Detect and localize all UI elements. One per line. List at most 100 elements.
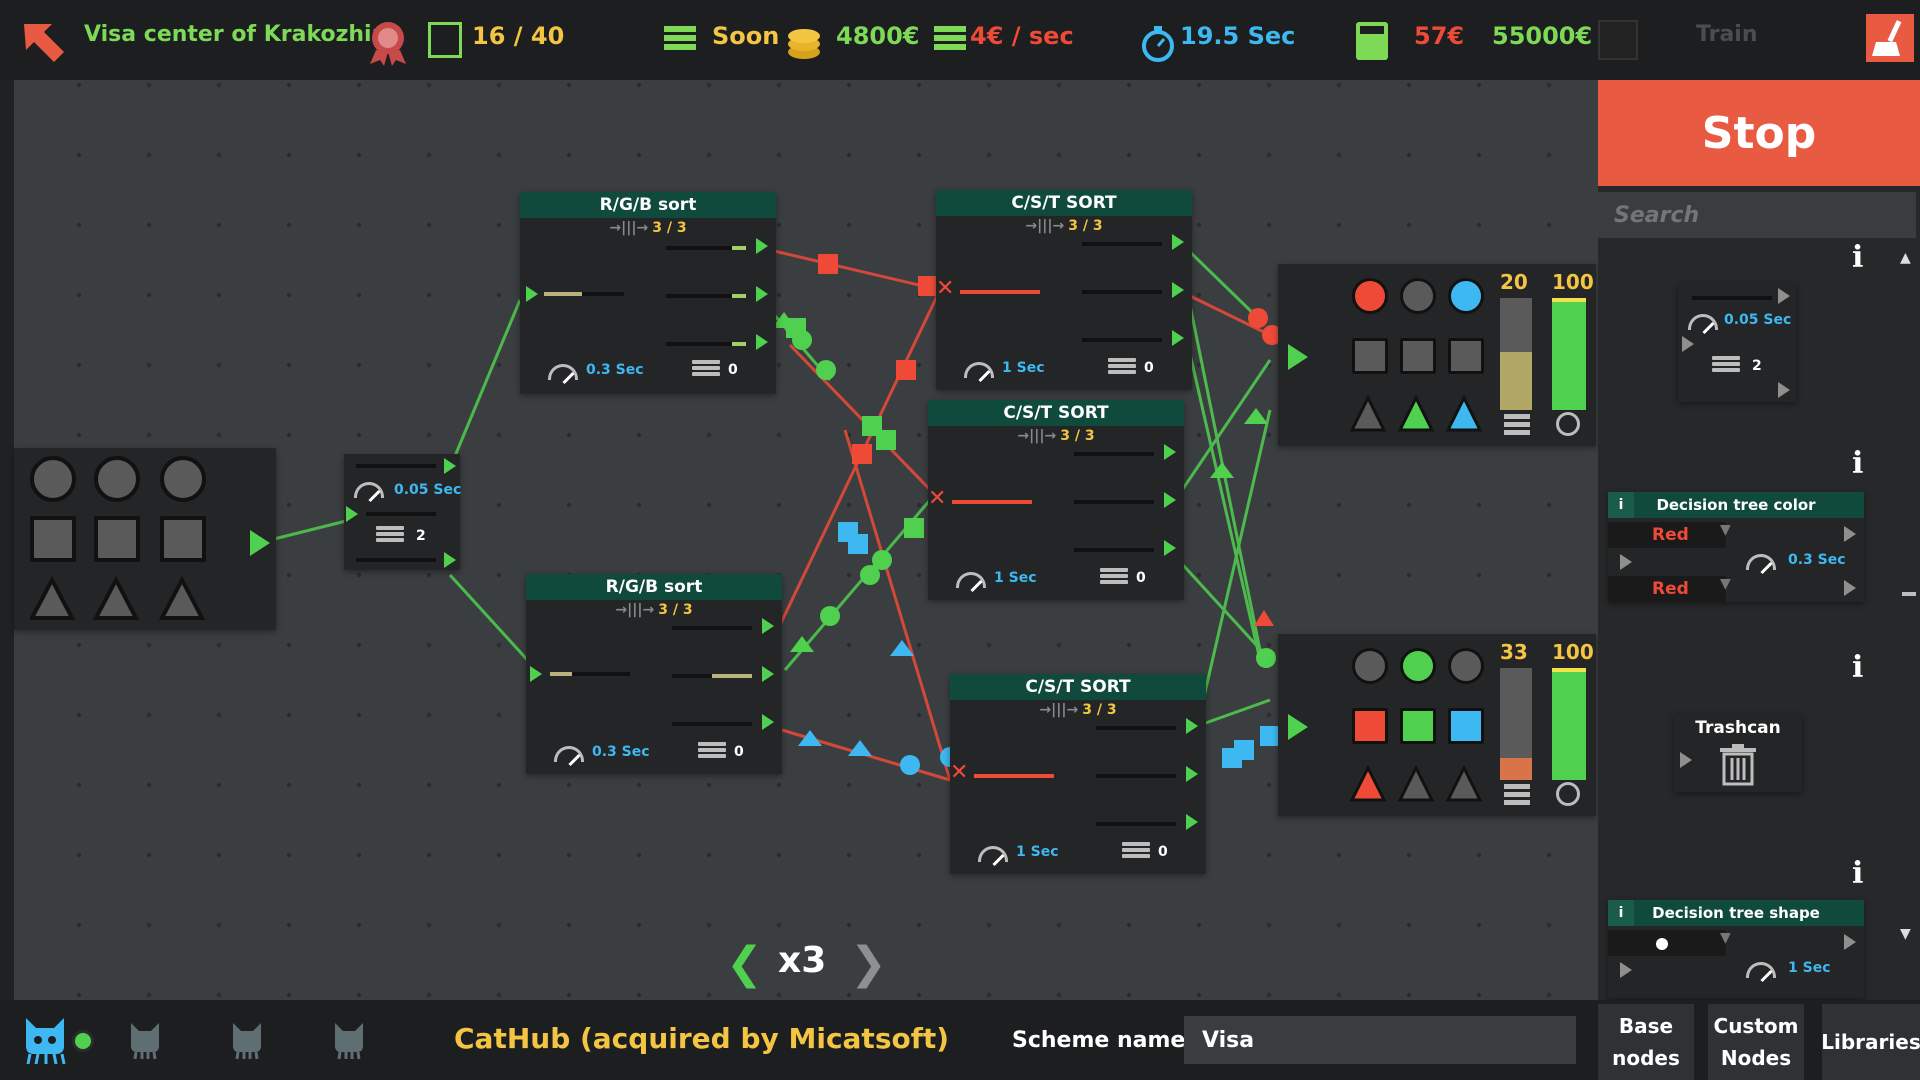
speed-gauge-icon	[956, 572, 986, 588]
speed-decrease-button[interactable]: ❮	[726, 938, 763, 989]
info-icon[interactable]: i	[1852, 650, 1863, 685]
splitter-output-port-1[interactable]	[444, 458, 456, 474]
income-stack-icon	[934, 26, 966, 56]
output-port-green[interactable]	[756, 286, 768, 302]
output-port-green[interactable]	[762, 666, 774, 682]
status-text: Soon	[712, 22, 780, 50]
shape-select-1[interactable]	[1608, 930, 1726, 956]
sink-input-port[interactable]	[1288, 714, 1308, 740]
cst-sort-node[interactable]: C/S/T SORT →|||→ 3 / 3 ✕ 1 Sec 0	[950, 674, 1206, 874]
output-port-blue[interactable]	[756, 334, 768, 350]
output-port-square[interactable]	[1164, 492, 1176, 508]
queue-count: 0	[1158, 844, 1168, 860]
cat-icon[interactable]	[230, 1020, 264, 1060]
scroll-up-icon[interactable]: ▲	[1900, 250, 1911, 266]
cat-icon[interactable]	[332, 1020, 366, 1060]
output-port-blue[interactable]	[762, 714, 774, 730]
scroll-thumb[interactable]	[1902, 592, 1916, 596]
cst-sort-node[interactable]: C/S/T SORT →|||→ 3 / 3 ✕ 1 Sec 0	[928, 400, 1184, 600]
speed-increase-button[interactable]: ❯	[850, 938, 887, 989]
input-bars-icon: →|||→	[609, 220, 649, 236]
output-port-square[interactable]	[1172, 282, 1184, 298]
output-port-triangle[interactable]	[1186, 814, 1198, 830]
output-port	[1778, 382, 1790, 398]
chevron-down-icon: ▼	[1720, 576, 1731, 592]
node-title: C/S/T SORT	[936, 190, 1192, 216]
tab-custom-nodes[interactable]: Custom Nodes	[1708, 1004, 1804, 1080]
input-port[interactable]	[526, 286, 538, 302]
speed-multiplier: x3	[778, 940, 827, 981]
blocked-input-icon: ✕	[928, 486, 947, 511]
tab-base-nodes[interactable]: Base nodes	[1598, 1004, 1694, 1080]
info-icon[interactable]: i	[1852, 240, 1863, 275]
queue-icon	[376, 526, 404, 546]
node-speed: 1 Sec	[994, 570, 1037, 586]
node-speed: 0.3 Sec	[592, 744, 650, 760]
train-checkbox[interactable]	[1598, 20, 1638, 60]
broom-icon	[1872, 20, 1902, 56]
color-select-1[interactable]: Red	[1608, 522, 1726, 548]
tab-libraries[interactable]: Libraries	[1821, 1004, 1920, 1080]
scheme-name-label: Scheme name :	[1012, 1028, 1202, 1053]
splitter-input-port[interactable]	[346, 506, 358, 522]
scheme-name-input[interactable]	[1184, 1016, 1576, 1064]
output-port-circle[interactable]	[1186, 718, 1198, 734]
stop-button[interactable]: Stop	[1598, 80, 1920, 186]
output-port-triangle[interactable]	[1172, 330, 1184, 346]
library-trashcan-node[interactable]: Trashcan	[1674, 714, 1802, 792]
output-port-circle[interactable]	[1172, 234, 1184, 250]
output-port-circle[interactable]	[1164, 444, 1176, 460]
node-capacity: 3 / 3	[1082, 702, 1117, 718]
input-port	[1620, 554, 1632, 570]
input-port	[1680, 752, 1692, 768]
progress-counter: 16 / 40	[472, 22, 565, 50]
panel-scrollbar[interactable]: ▲ ▼	[1898, 250, 1916, 950]
splitter-output-port-2[interactable]	[444, 552, 456, 568]
node-speed: 0.3 Sec	[586, 362, 644, 378]
library-decision-tree-shape[interactable]: Decision tree shape i ▼ 1 Sec	[1608, 900, 1864, 998]
node-title: R/G/B sort	[520, 192, 776, 218]
cleanup-button[interactable]	[1866, 14, 1914, 62]
clipboard-icon	[428, 22, 462, 58]
queue-count: 0	[1136, 570, 1146, 586]
timer-value: 19.5 Sec	[1180, 22, 1296, 50]
target-grey-square	[1352, 338, 1388, 374]
queue-icon	[1100, 568, 1128, 588]
rgb-sort-node[interactable]: R/G/B sort →|||→ 3 / 3 0.3 Sec 0	[526, 574, 782, 774]
node-title: R/G/B sort	[526, 574, 782, 600]
splitter-node[interactable]: 0.05 Sec 2	[344, 454, 461, 570]
library-speed: 0.3 Sec	[1788, 552, 1846, 568]
cat-icon[interactable]	[128, 1020, 162, 1060]
sink-target-bar	[1552, 298, 1586, 410]
queue-icon	[1108, 358, 1136, 378]
output-port-red[interactable]	[762, 618, 774, 634]
scroll-down-icon[interactable]: ▼	[1900, 926, 1911, 942]
sink-progress-bar	[1500, 298, 1532, 410]
output-port-triangle[interactable]	[1164, 540, 1176, 556]
source-output-port[interactable]	[250, 530, 270, 556]
output-sink-node[interactable]: 33 100	[1278, 634, 1596, 816]
level-title: Visa center of Krakozhia	[84, 22, 387, 47]
sink-input-port[interactable]	[1288, 344, 1308, 370]
input-source-node[interactable]	[14, 448, 276, 630]
rgb-sort-node[interactable]: R/G/B sort →|||→ 3 / 3 0.3 Sec 0	[520, 192, 776, 394]
library-splitter-node[interactable]: 0.05 Sec 2	[1678, 284, 1796, 402]
cst-sort-node[interactable]: C/S/T SORT →|||→ 3 / 3 ✕ 1 Sec 0	[936, 190, 1192, 390]
cat-octopus-icon[interactable]	[22, 1014, 68, 1066]
color-select-2[interactable]: Red	[1608, 576, 1726, 602]
info-icon[interactable]: i	[1852, 856, 1863, 891]
back-arrow-icon[interactable]	[22, 22, 66, 66]
search-input[interactable]	[1598, 192, 1916, 238]
node-capacity: 3 / 3	[652, 220, 687, 236]
library-speed: 1 Sec	[1788, 960, 1831, 976]
output-sink-node[interactable]: 20 100	[1278, 264, 1596, 446]
node-capacity: 3 / 3	[658, 602, 693, 618]
chevron-down-icon: ▼	[1720, 930, 1731, 946]
input-port[interactable]	[530, 666, 542, 682]
output-port-square[interactable]	[1186, 766, 1198, 782]
output-port	[1778, 288, 1790, 304]
info-icon[interactable]: i	[1852, 446, 1863, 481]
library-decision-tree-color[interactable]: Decision tree color i Red ▼ 0.3 Sec Red …	[1608, 492, 1864, 602]
output-port-red[interactable]	[756, 238, 768, 254]
stopwatch-icon	[1142, 26, 1174, 62]
